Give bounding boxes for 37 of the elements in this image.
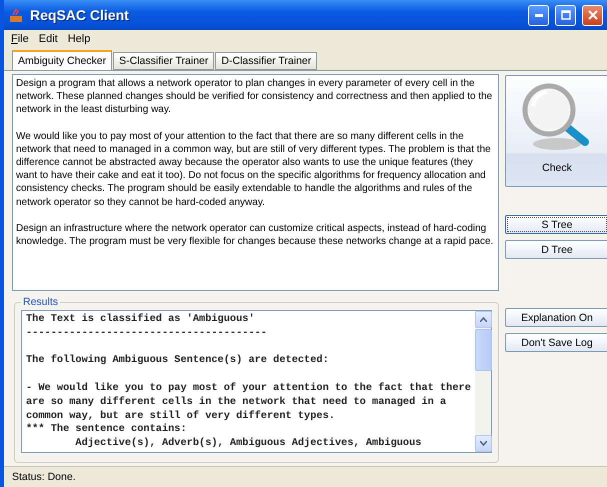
tab[interactable]: D-Classifier Trainer xyxy=(215,52,318,70)
result-line: Adjective(s), Adverb(s), Ambiguous Adjectives, Ambiguous xyxy=(74,437,422,451)
menu-item[interactable]: Edit xyxy=(34,33,63,45)
paragraph: Design a program that allows a network operator to plan changes in every parameter of every cell in the network. These planned changes should be verified for consistency and correctness and then applied to the network in the least disturbing way. xyxy=(16,77,494,117)
app-icon xyxy=(8,7,24,23)
scroll-up-button[interactable] xyxy=(475,311,492,328)
option-button[interactable]: Don't Save Log xyxy=(505,333,607,352)
maximize-button[interactable] xyxy=(555,4,576,26)
close-button[interactable] xyxy=(582,4,603,26)
result-line: The following Ambiguous Sentence(s) are detected: xyxy=(26,353,330,368)
result-line: The Text is classified as 'Ambiguous' xyxy=(26,313,256,327)
minimize-icon xyxy=(534,14,542,16)
group-title: Results xyxy=(22,296,60,308)
tab[interactable]: S-Classifier Trainer xyxy=(113,52,214,70)
paragraph: Design an infrastructure where the network operator can customize critical aspects, instead of hard-coding knowledge. The program must be very flexible for changes because these networks change at a rapid pace. xyxy=(16,222,494,248)
result-line: *** The sentence contains: xyxy=(26,423,188,438)
check-button[interactable]: Check xyxy=(505,75,607,187)
minimize-button[interactable] xyxy=(528,4,549,26)
close-icon xyxy=(588,10,598,20)
window-title: ReqSAC Client xyxy=(30,7,130,23)
scrollbar[interactable] xyxy=(475,311,491,452)
tree-button[interactable]: S Tree xyxy=(505,215,607,234)
result-line: --------------------------------------- xyxy=(26,326,268,341)
tab[interactable]: Ambiguity Checker xyxy=(12,50,112,70)
scroll-down-button[interactable] xyxy=(475,435,492,452)
maximize-icon xyxy=(560,10,570,20)
result-line: are so many different cells in the network that need to managed in a xyxy=(26,396,448,410)
result-line: - We would like you to pay most of your attention to the fact that there xyxy=(26,380,471,396)
menu-item[interactable]: File xyxy=(6,33,34,45)
status-text: Status: Done. xyxy=(12,471,76,483)
option-button[interactable]: Explanation On xyxy=(505,308,607,327)
text-area[interactable] xyxy=(12,74,499,291)
scroll-thumb[interactable] xyxy=(475,329,492,371)
result-line: common way, but are still of very different types. xyxy=(26,410,336,424)
paragraph: We would like you to pay most of your attention to the fact that there are so many different cells in the network that need to managed in a common way, but are still of very different types. The problem is that the difference cannot be abstracted away because the operator also wants to use the unique features (they want to have their cake and eat it too). Do not focus on the specific algorithms for frequency allocation and consistency checks. The program should be easily extendable to handle the algorithms and rules of the network operator so they cannot be hard-coded anyway. xyxy=(16,130,492,209)
tree-button[interactable]: D Tree xyxy=(505,240,607,259)
menu-item[interactable]: Help xyxy=(62,33,96,45)
